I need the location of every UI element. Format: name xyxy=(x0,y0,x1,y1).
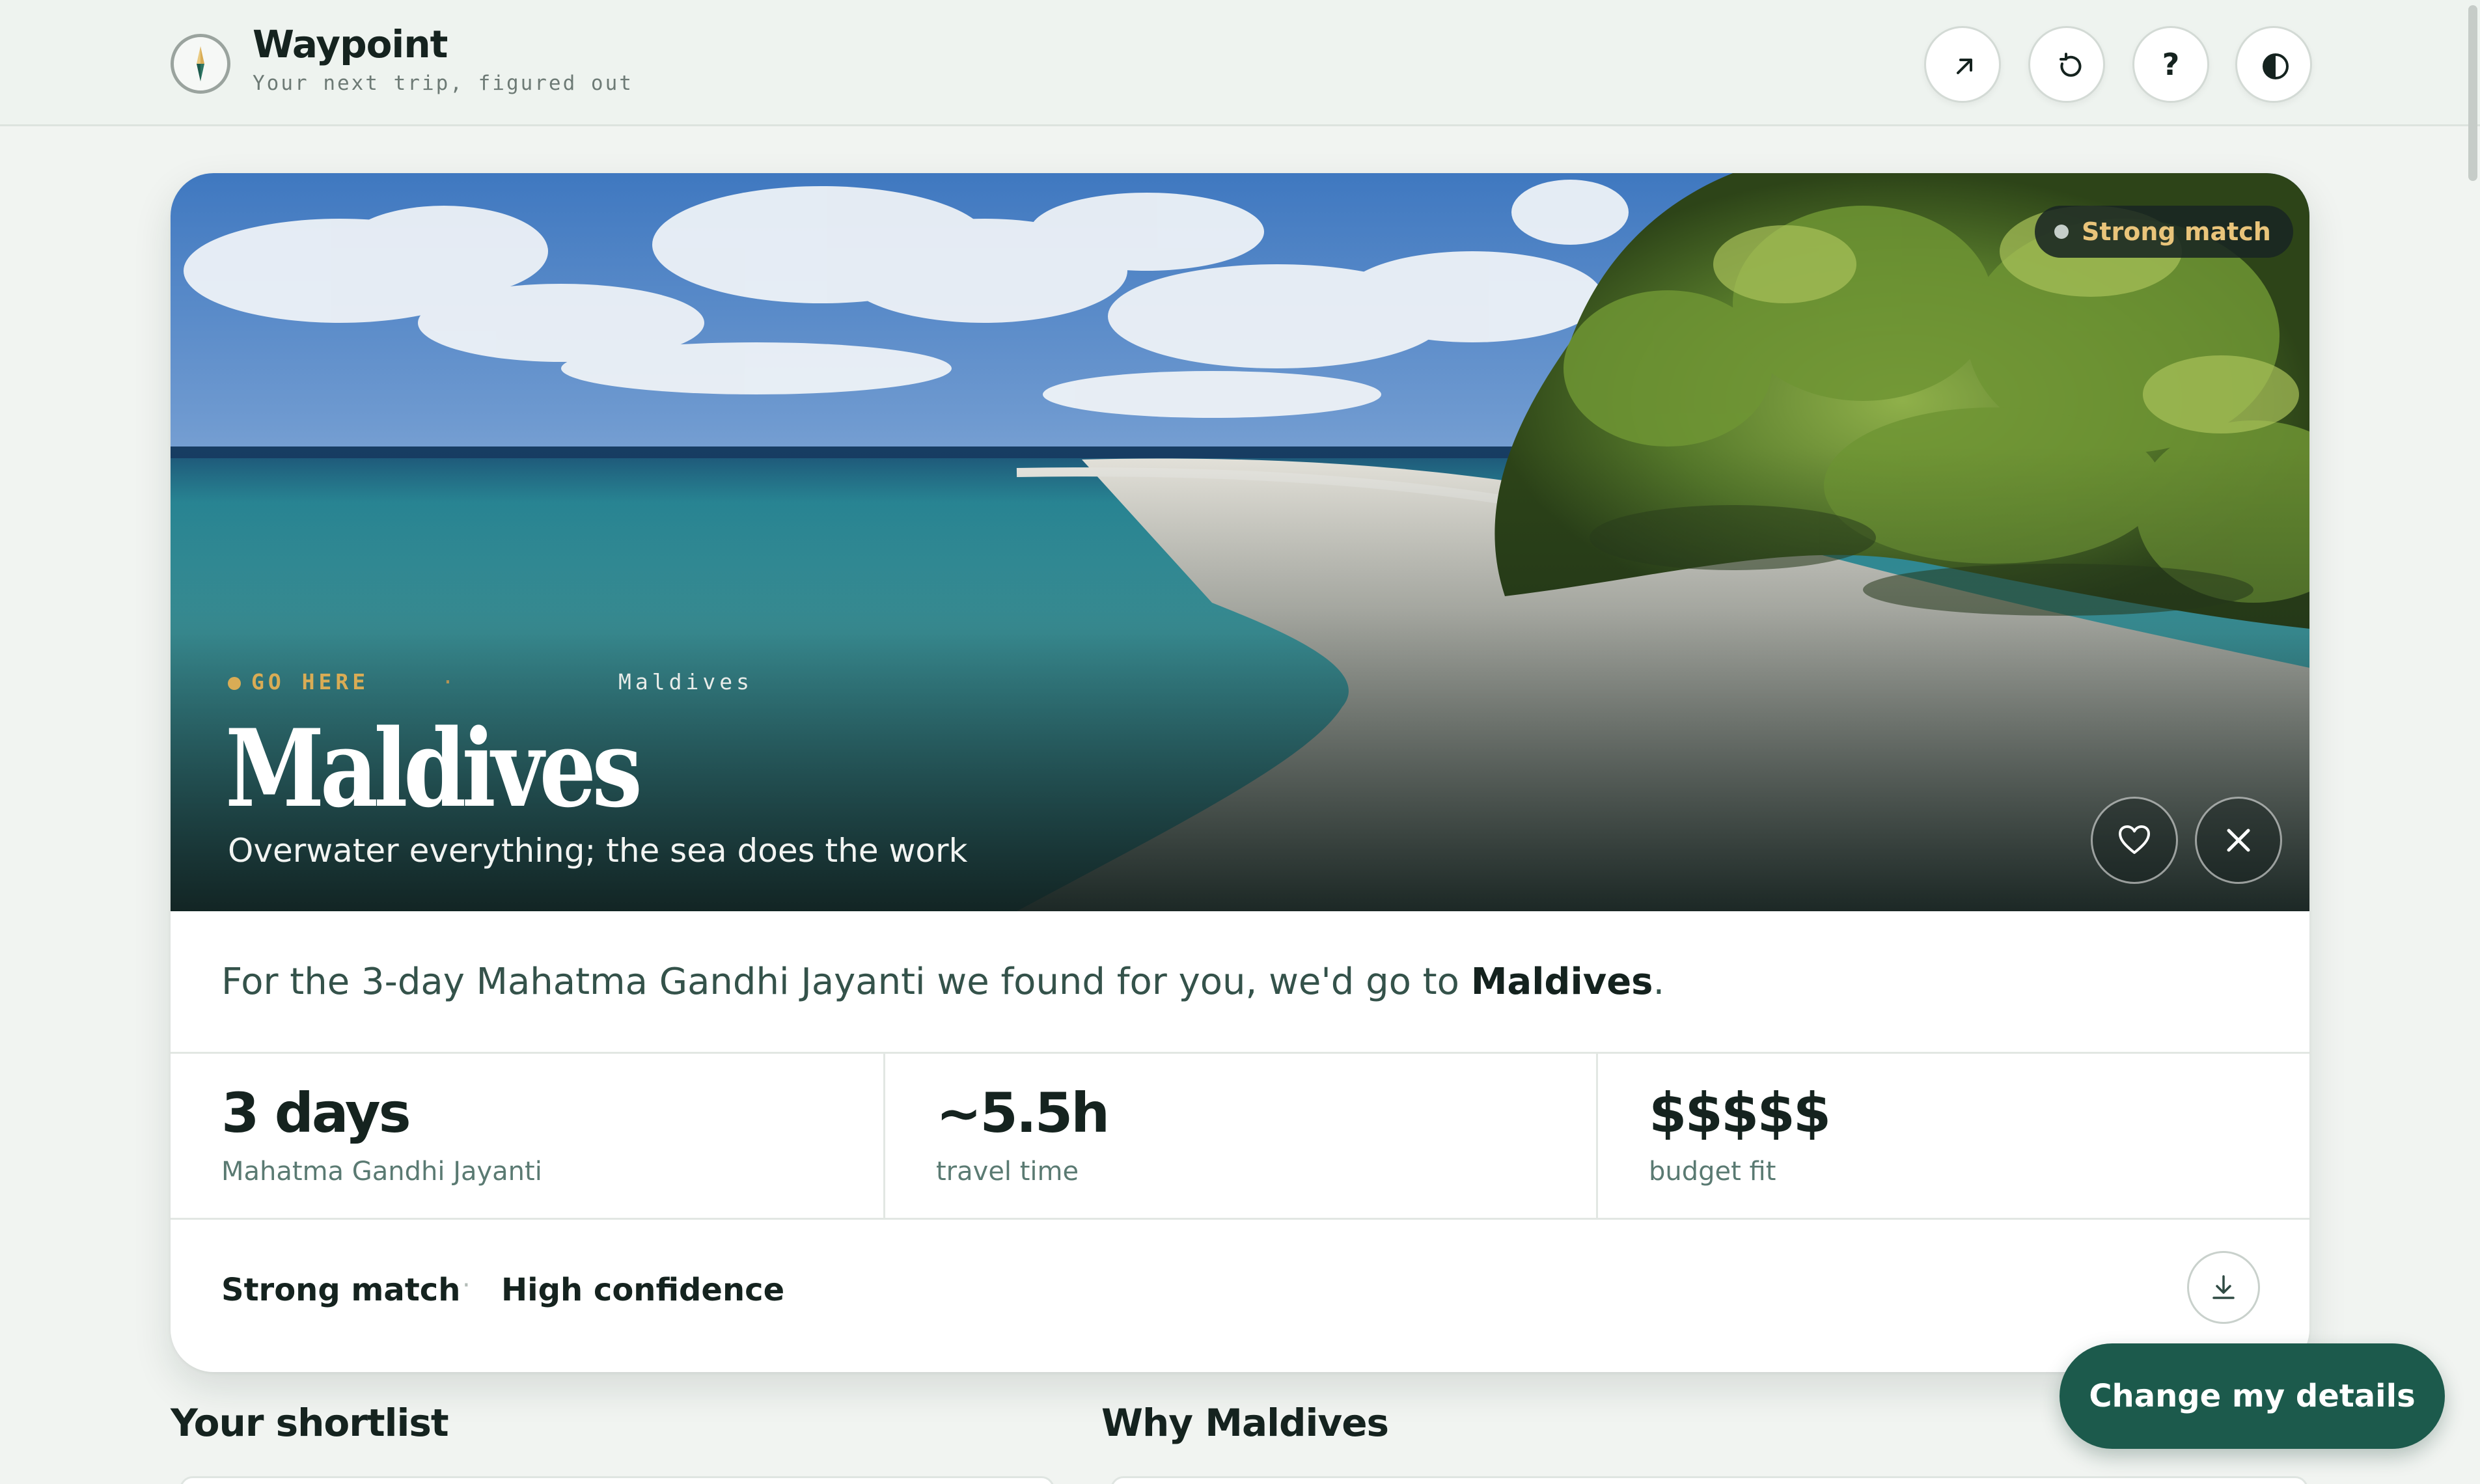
stat-duration: 3 days Mahatma Gandhi Jayanti xyxy=(171,1054,883,1218)
status-dot xyxy=(2054,225,2069,239)
stat-label: budget fit xyxy=(1649,1157,1776,1187)
match-badge-label: Strong match xyxy=(2082,217,2271,246)
why-panel xyxy=(1110,1476,2308,1484)
help-button[interactable]: ? xyxy=(2132,26,2209,103)
destination-title: Maldives xyxy=(225,706,642,831)
match-strength: Strong match xyxy=(221,1272,461,1308)
trip-stats: 3 days Mahatma Gandhi Jayanti ~5.5h trav… xyxy=(171,1052,2309,1220)
destination-subtitle: Overwater everything; the sea does the w… xyxy=(228,832,968,870)
share-button[interactable] xyxy=(1924,26,2001,103)
why-heading: Why Maldives xyxy=(1101,1401,1389,1445)
summary-suffix: . xyxy=(1653,961,1665,1003)
share-arrow-icon xyxy=(1957,59,1972,74)
heart-icon xyxy=(2119,825,2150,854)
change-details-label: Change my details xyxy=(2089,1378,2416,1414)
hero-image: Strong match GO HERE · Maldives Maldives… xyxy=(171,173,2309,911)
stat-label: Mahatma Gandhi Jayanti xyxy=(221,1157,542,1187)
change-details-button[interactable]: Change my details xyxy=(2060,1343,2445,1449)
dismiss-button[interactable] xyxy=(2195,797,2282,884)
stat-value: 3 days xyxy=(221,1081,411,1145)
eyebrow-kicker: GO HERE xyxy=(251,669,370,694)
shortlist-panel xyxy=(180,1476,1054,1484)
top-bar: Waypoint Your next trip, figured out ? xyxy=(0,0,2480,126)
eyebrow-dot xyxy=(228,677,241,690)
app-tagline: Your next trip, figured out xyxy=(253,72,633,95)
confidence-separator: · xyxy=(462,1271,471,1300)
confidence-level: High confidence xyxy=(501,1272,785,1308)
help-icon: ? xyxy=(2162,47,2180,82)
restart-icon xyxy=(2060,53,2082,77)
theme-toggle-button[interactable] xyxy=(2235,26,2312,103)
summary-text: For the 3-day Mahatma Gandhi Jayanti we … xyxy=(221,961,1471,1003)
eyebrow-separator: · xyxy=(441,669,458,694)
restart-button[interactable] xyxy=(2028,26,2105,103)
compass-icon xyxy=(171,34,230,94)
shortlist-heading: Your shortlist xyxy=(171,1401,449,1445)
eyebrow-place: Maldives xyxy=(618,669,753,694)
scrollbar-thumb[interactable] xyxy=(2468,5,2477,181)
stat-label: travel time xyxy=(936,1157,1079,1187)
theme-toggle-icon xyxy=(2263,53,2289,79)
recommendation-summary: For the 3-day Mahatma Gandhi Jayanti we … xyxy=(221,961,1664,1003)
save-favorite-button[interactable] xyxy=(2091,797,2178,884)
stat-value: $$$$$ xyxy=(1649,1081,1831,1145)
app-name: Waypoint xyxy=(253,22,448,66)
stat-travel-time: ~5.5h travel time xyxy=(883,1054,1596,1218)
summary-destination: Maldives xyxy=(1470,961,1653,1003)
stat-budget: $$$$$ budget fit xyxy=(1596,1054,2309,1218)
confidence-row: Strong match · High confidence xyxy=(171,1220,2309,1372)
close-icon xyxy=(2227,829,2250,852)
download-button[interactable] xyxy=(2187,1251,2260,1324)
stat-value: ~5.5h xyxy=(936,1081,1110,1145)
download-icon xyxy=(2212,1275,2235,1299)
match-badge: Strong match xyxy=(2035,206,2293,258)
recommendation-card: Strong match GO HERE · Maldives Maldives… xyxy=(171,173,2309,1372)
hero-eyebrow: GO HERE · Maldives xyxy=(228,668,814,700)
